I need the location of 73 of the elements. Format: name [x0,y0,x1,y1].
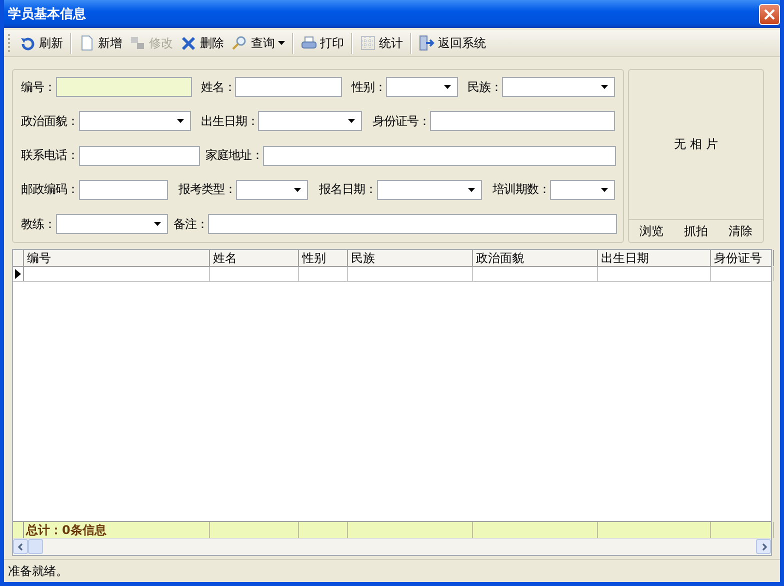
toolbar-button[interactable]: 统计 [356,32,411,54]
column-header[interactable]: 性别 [299,250,348,266]
dropdown-arrow-icon [154,222,160,226]
field-label: 身份证号： [372,112,430,130]
horizontal-scrollbar[interactable] [13,538,771,555]
column-header[interactable]: 民族 [348,250,473,266]
input-field[interactable] [263,146,616,166]
field-label: 联系电话： [21,147,78,164]
toolbar-button[interactable]: 返回系统 [415,32,490,54]
toolbar-button[interactable]: 查询 [228,32,293,54]
photo-caption: 无 相 片 [674,136,718,153]
close-icon [763,8,776,20]
page-icon [79,35,95,51]
field-label: 培训期数： [492,181,550,198]
column-header[interactable]: 出生日期 [598,250,711,266]
dropdown-arrow-icon [600,85,608,89]
photo-button[interactable]: 浏览 [636,220,666,242]
input-field[interactable] [430,111,615,132]
summary-text: 总计：0条信息 [24,522,106,538]
photo-button[interactable]: 清除 [726,220,756,242]
printer-icon [301,35,317,51]
field-label: 编号： [21,78,56,96]
input-field[interactable] [208,214,617,234]
toolbar-button[interactable]: 打印 [297,32,352,54]
input-field[interactable] [78,146,200,166]
delete-icon [181,35,197,51]
field-label: 姓名： [200,78,236,96]
field-label: 报名日期： [319,181,376,198]
grid-icon [360,35,376,51]
input-field[interactable] [235,77,342,97]
refresh-icon [20,35,36,51]
scroll-left-button[interactable] [13,539,28,554]
dropdown-field[interactable] [56,214,168,234]
column-header[interactable]: 编号 [24,250,210,266]
field-label: 报考类型： [178,181,236,198]
scroll-right-button[interactable] [756,539,771,554]
caret-icon [278,41,285,45]
toolbar-button[interactable]: 新增 [75,32,126,54]
dropdown-arrow-icon [176,119,184,124]
input-field[interactable] [56,77,192,97]
toolbar-button[interactable]: 刷新 [16,32,71,54]
dropdown-arrow-icon [294,188,301,192]
field-label: 教练： [21,216,56,232]
close-button[interactable] [759,4,780,24]
field-label: 政治面貌： [21,112,78,130]
input-field[interactable] [78,180,168,200]
column-header[interactable]: 政治面貌 [473,250,598,266]
dropdown-field[interactable] [502,77,615,97]
dropdown-arrow-icon [348,119,356,124]
door-arrow-icon [419,35,435,51]
column-header[interactable]: 姓名 [210,250,299,266]
field-label: 邮政编码： [21,181,78,198]
dropdown-field[interactable] [550,180,615,200]
toolbar-button[interactable]: 删除 [177,32,228,54]
dropdown-field[interactable] [236,180,308,200]
dropdown-field[interactable] [258,111,362,132]
photo-button[interactable]: 抓拍 [680,220,711,242]
dropdown-arrow-icon [601,188,608,192]
column-header[interactable]: 身份证号 [711,250,774,266]
search-icon [232,35,248,51]
dropdown-field[interactable] [386,77,458,97]
field-label: 备注： [174,216,208,232]
field-label: 出生日期： [200,112,258,130]
field-label: 民族： [467,78,502,96]
field-label: 性别： [352,78,386,96]
status-text: 准备就绪。 [8,562,68,580]
window-title: 学员基本信息 [8,6,86,23]
dropdown-arrow-icon [468,188,474,192]
dropdown-field[interactable] [78,111,190,132]
scroll-thumb[interactable] [28,539,43,554]
dropdown-arrow-icon [444,85,452,89]
dropdown-field[interactable] [376,180,482,200]
field-label: 家庭地址： [206,147,263,164]
